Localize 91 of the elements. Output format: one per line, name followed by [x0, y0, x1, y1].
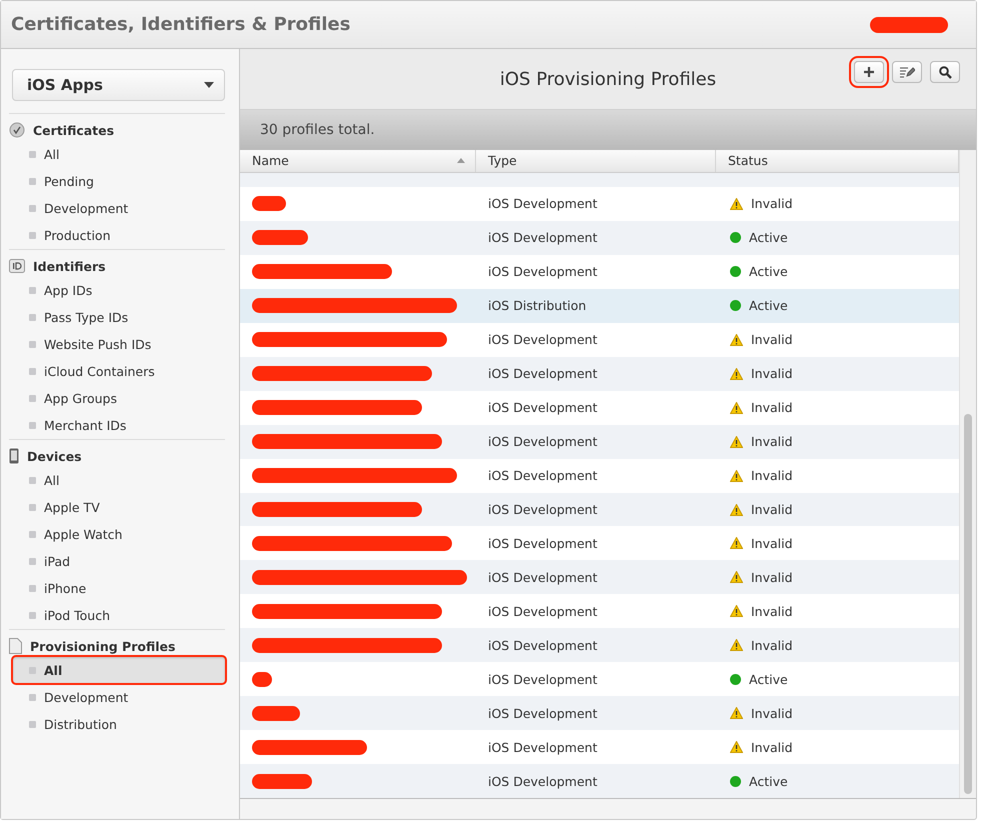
- status-text: Invalid: [751, 332, 793, 348]
- table-row[interactable]: iOS Development Invalid: [240, 628, 959, 662]
- table-cell-text: iOS Development: [487, 672, 598, 687]
- sidebar-item[interactable]: Development: [13, 684, 225, 710]
- sidebar-item[interactable]: All: [13, 141, 225, 167]
- table-row[interactable]: iOS Distribution Active: [240, 288, 959, 323]
- scrollbar[interactable]: [959, 150, 976, 798]
- table-cell-text: iOS Development: [487, 774, 598, 789]
- section-title: Provisioning Profiles: [30, 638, 176, 654]
- table-row[interactable]: iOS Development Invalid: [240, 492, 959, 526]
- status-text: Invalid: [751, 196, 793, 212]
- sidebar-item[interactable]: iCloud Containers: [13, 358, 225, 384]
- sidebar-item[interactable]: All: [13, 467, 225, 493]
- status-text: Invalid: [751, 706, 793, 721]
- sidebar-item[interactable]: App Groups: [13, 385, 225, 411]
- sidebar-item[interactable]: Website Push IDs: [13, 331, 225, 357]
- table-cell-text: iOS Development: [487, 230, 598, 246]
- table-cell-text: iOS Development: [487, 366, 598, 382]
- redaction-mark: [252, 706, 300, 721]
- sidebar-item[interactable]: Distribution: [13, 711, 225, 737]
- status-text: Invalid: [751, 740, 793, 755]
- page-title: Certificates, Identifiers & Profiles: [11, 14, 350, 35]
- table-row[interactable]: iOS Development Active: [240, 764, 959, 798]
- id-card-icon: [9, 259, 25, 273]
- sidebar-item[interactable]: Pass Type IDs: [13, 304, 225, 330]
- table-cell-text: iOS Development: [487, 434, 598, 450]
- table-row[interactable]: iOS Development Active: [240, 220, 959, 255]
- sidebar-item[interactable]: Apple TV: [13, 494, 225, 520]
- table-row[interactable]: iOS Development Invalid: [240, 696, 959, 730]
- sidebar-item[interactable]: Pending: [13, 168, 225, 194]
- sidebar-item[interactable]: Production: [13, 222, 225, 248]
- table-cell-text: iOS Development: [487, 332, 598, 348]
- pencil-icon: [899, 66, 915, 78]
- caret-icon: [204, 82, 214, 88]
- table-row[interactable]: iOS Development Invalid: [240, 560, 959, 594]
- status-text: Invalid: [751, 570, 793, 585]
- profile-count: 30 profiles total.: [260, 122, 375, 138]
- search-icon: [938, 66, 952, 78]
- sidebar-item[interactable]: iPad: [13, 548, 225, 574]
- table-cell-text: iOS Development: [487, 536, 598, 551]
- redaction-mark: [252, 774, 312, 789]
- table-cell-text: iOS Development: [487, 706, 598, 721]
- section-title: Devices: [27, 448, 82, 464]
- table-row[interactable]: iOS Development Invalid: [240, 356, 959, 391]
- table-cell-text: iOS Development: [487, 196, 598, 212]
- edit-button[interactable]: [892, 61, 922, 83]
- table-cell-text: iOS Development: [487, 264, 598, 280]
- plus-icon: [863, 66, 875, 78]
- status-text: Invalid: [751, 468, 793, 484]
- status-text: Active: [749, 774, 788, 789]
- status-text: Invalid: [751, 366, 793, 382]
- status-text: Invalid: [751, 434, 793, 450]
- panel-title: iOS Provisioning Profiles: [500, 68, 716, 90]
- status-text: Active: [749, 230, 788, 246]
- redaction-mark: [252, 196, 286, 212]
- status-text: Invalid: [751, 604, 793, 619]
- table-cell-text: iOS Distribution: [487, 298, 588, 314]
- table-cell-text: iOS Development: [487, 570, 598, 585]
- status-text: Active: [749, 264, 788, 280]
- sort-icon: [457, 158, 465, 164]
- section-title: Identifiers: [33, 258, 106, 274]
- table-cell-text: iOS Development: [487, 468, 598, 484]
- table-cell-text: iOS Development: [487, 400, 598, 416]
- platform-dropdown[interactable]: iOS Apps: [12, 69, 225, 101]
- column-header[interactable]: Type: [476, 150, 716, 172]
- table-cell-text: iOS Development: [487, 638, 598, 653]
- redaction-mark: [252, 672, 272, 687]
- status-text: Invalid: [751, 502, 793, 517]
- status-text: Active: [749, 672, 788, 687]
- table-cell-text: iOS Development: [487, 604, 598, 619]
- search-button[interactable]: [930, 61, 960, 83]
- status-text: Active: [749, 298, 788, 314]
- badge-icon: [9, 122, 25, 138]
- status-text: Invalid: [751, 638, 793, 653]
- redaction-mark: [252, 230, 308, 246]
- sidebar-item[interactable]: Merchant IDs: [13, 412, 225, 438]
- column-header[interactable]: Name: [240, 150, 476, 172]
- sidebar-item[interactable]: iPhone: [13, 575, 225, 601]
- phone-icon: [9, 448, 19, 464]
- table-cell-text: iOS Development: [487, 740, 598, 755]
- sidebar-item[interactable]: All: [13, 657, 225, 683]
- status-text: Invalid: [751, 400, 793, 416]
- table-cell-text: iOS Development: [487, 502, 598, 517]
- table-row[interactable]: iOS Development Invalid: [240, 424, 959, 459]
- document-icon: [9, 638, 22, 654]
- section-title: Certificates: [33, 122, 114, 138]
- sidebar-item[interactable]: Apple Watch: [13, 521, 225, 547]
- sidebar-item[interactable]: App IDs: [13, 277, 225, 303]
- status-text: Invalid: [751, 536, 793, 551]
- sidebar-item[interactable]: iPod Touch: [13, 602, 225, 628]
- sidebar-item[interactable]: Development: [13, 195, 225, 221]
